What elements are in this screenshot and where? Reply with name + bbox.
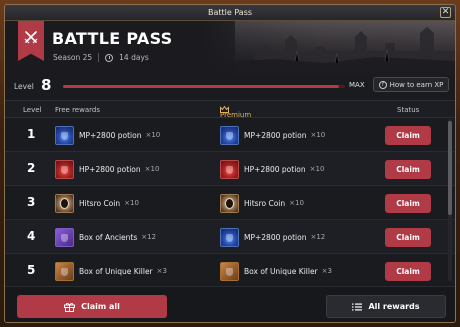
reward-quantity: ×12 [310, 233, 326, 241]
premium-reward[interactable]: HP+2800 potion ×10 [220, 159, 324, 179]
claim-button[interactable]: Claim [385, 126, 431, 145]
table-row: 2 HP+2800 potion ×10 HP+2800 potion ×10 … [5, 152, 455, 186]
duration-label: 14 days [119, 53, 149, 62]
free-reward[interactable]: Hitsro Coin ×10 [55, 193, 139, 213]
game-frame: Battle Pass ✕ BATTLE PASS Season 25 14 d… [0, 0, 460, 327]
claim-button[interactable]: Claim [385, 228, 431, 247]
reward-name: Hitsro Coin [79, 198, 121, 208]
season-info: Season 25 14 days [53, 53, 149, 62]
table-header: Level Free rewards Premium rewards Statu… [5, 100, 455, 127]
free-reward[interactable]: Box of Ancients ×12 [55, 227, 156, 247]
level-label: Level [14, 82, 34, 91]
free-reward[interactable]: MP+2800 potion ×10 [55, 125, 160, 145]
level-value: 8 [41, 76, 52, 94]
row-level: 5 [27, 263, 36, 277]
battle-pass-emblem [18, 21, 44, 61]
column-header-status: Status [397, 106, 420, 114]
season-label: Season 25 [53, 53, 93, 62]
row-level: 1 [27, 127, 36, 141]
reward-quantity: ×10 [145, 131, 161, 139]
reward-name: MP+2800 potion [79, 130, 142, 140]
title-bar: Battle Pass ✕ [5, 5, 455, 21]
all-rewards-button[interactable]: All rewards [326, 295, 446, 318]
reward-name: Box of Unique Killer [79, 266, 153, 276]
reward-quantity: ×10 [310, 131, 326, 139]
hp-potion-icon [55, 159, 74, 179]
reward-quantity: ×10 [309, 165, 325, 173]
crossed-swords-icon [24, 31, 38, 44]
column-header-level: Level [23, 106, 42, 114]
mp-potion-icon [220, 227, 239, 247]
reward-name: MP+2800 potion [244, 130, 307, 140]
rewards-table: Level Free rewards Premium rewards Statu… [5, 100, 455, 288]
table-row: 4 Box of Ancients ×12 MP+2800 potion ×12… [5, 220, 455, 254]
table-body: 1 MP+2800 potion ×10 MP+2800 potion ×10 … [5, 118, 455, 288]
hitsro-coin-icon [55, 193, 74, 213]
box-of-ancients-icon [55, 227, 74, 247]
claim-button[interactable]: Claim [385, 194, 431, 213]
reward-quantity: ×12 [141, 233, 157, 241]
reward-quantity: ×10 [124, 199, 139, 207]
battle-pass-window: Battle Pass ✕ BATTLE PASS Season 25 14 d… [4, 4, 456, 323]
gift-icon [64, 302, 76, 312]
reward-quantity: ×10 [289, 199, 304, 207]
claim-all-label: Claim all [81, 302, 120, 311]
footer: Claim all All rewards [5, 286, 455, 322]
divider [98, 53, 100, 62]
reward-quantity: ×3 [321, 267, 332, 275]
row-level: 3 [27, 195, 36, 209]
reward-name: HP+2800 potion [244, 164, 306, 174]
table-row: 1 MP+2800 potion ×10 MP+2800 potion ×10 … [5, 118, 455, 152]
claim-button[interactable]: Claim [385, 160, 431, 179]
premium-reward[interactable]: Box of Unique Killer ×3 [220, 261, 332, 281]
reward-name: Box of Unique Killer [244, 266, 318, 276]
claim-button[interactable]: Claim [385, 262, 431, 281]
help-icon: ? [378, 80, 387, 89]
close-button[interactable]: ✕ [440, 7, 451, 18]
free-reward[interactable]: Box of Unique Killer ×3 [55, 261, 167, 281]
list-icon [352, 303, 363, 310]
premium-reward[interactable]: MP+2800 potion ×12 [220, 227, 325, 247]
scrollbar-thumb[interactable] [448, 121, 452, 215]
table-row: 5 Box of Unique Killer ×3 Box of Unique … [5, 254, 455, 288]
premium-reward[interactable]: Hitsro Coin ×10 [220, 193, 304, 213]
mp-potion-icon [55, 125, 74, 145]
column-header-premium: Premium rewards [220, 106, 251, 127]
all-rewards-label: All rewards [368, 302, 420, 311]
hp-potion-icon [220, 159, 239, 179]
box-of-unique-killer-icon [55, 261, 74, 281]
free-reward[interactable]: HP+2800 potion ×10 [55, 159, 159, 179]
reward-name: MP+2800 potion [244, 232, 307, 242]
xp-progress-track [63, 85, 345, 88]
how-to-earn-xp-label: How to earn XP [389, 80, 444, 89]
reward-name: HP+2800 potion [79, 164, 141, 174]
xp-progress-fill [63, 85, 340, 88]
scrollbar[interactable] [448, 119, 452, 281]
row-level: 4 [27, 229, 36, 243]
reward-name: Box of Ancients [79, 232, 138, 242]
clock-icon [105, 53, 114, 62]
page-title: BATTLE PASS [52, 29, 173, 48]
window-title: Battle Pass [207, 8, 253, 17]
reward-quantity: ×3 [156, 267, 167, 275]
max-label: MAX [349, 81, 365, 89]
hero-banner: BATTLE PASS Season 25 14 days [5, 21, 455, 75]
castle-artwork [235, 21, 455, 75]
table-row: 3 Hitsro Coin ×10 Hitsro Coin ×10 Claim [5, 186, 455, 220]
hitsro-coin-icon [220, 193, 239, 213]
box-of-unique-killer-icon [220, 261, 239, 281]
level-bar: Level 8 MAX ? How to earn XP [5, 75, 455, 99]
how-to-earn-xp-button[interactable]: ? How to earn XP [373, 77, 449, 92]
column-header-free: Free rewards [55, 106, 100, 114]
claim-all-button[interactable]: Claim all [17, 295, 167, 318]
reward-name: Hitsro Coin [244, 198, 286, 208]
reward-quantity: ×10 [144, 165, 160, 173]
row-level: 2 [27, 161, 36, 175]
mp-potion-icon [220, 125, 239, 145]
premium-reward[interactable]: MP+2800 potion ×10 [220, 125, 325, 145]
